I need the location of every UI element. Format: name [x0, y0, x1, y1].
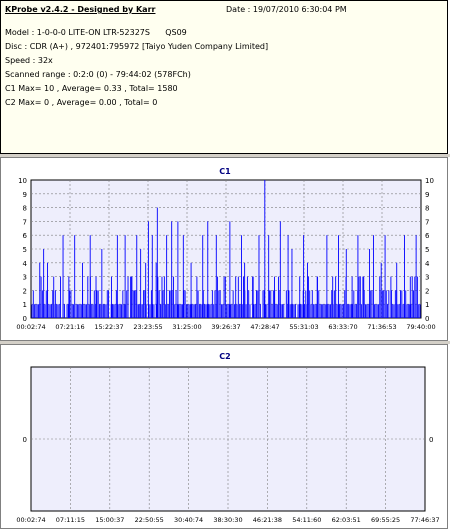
- info-panel: KProbe v2.4.2 - Designed by Karr Date : …: [0, 0, 448, 154]
- c2-statistics: C2 Max= 0 , Average= 0.00 , Total= 0: [5, 98, 158, 107]
- c2-x-tick-label: 07:11:15: [56, 516, 85, 524]
- c1-y-tick-label-right: 9: [425, 191, 429, 199]
- c2-x-tick-label: 00:02:74: [16, 516, 45, 524]
- c2-x-tick-label: 46:21:38: [253, 516, 282, 524]
- c2-x-tick-label: 30:40:74: [174, 516, 203, 524]
- c1-y-tick-label: 7: [23, 218, 27, 226]
- scan-date: Date : 19/07/2010 6:30:04 PM: [226, 5, 347, 14]
- drive-model: Model : 1-0-0-0 LITE-ON LTR-52327S QS09: [5, 28, 187, 37]
- c1-x-tick-label: 15:22:37: [94, 323, 123, 331]
- c2-x-tick-label: 15:00:37: [95, 516, 124, 524]
- c2-x-tick-label: 54:11:60: [292, 516, 321, 524]
- c1-y-tick-label-right: 0: [425, 315, 429, 323]
- c2-chart-panel: C2 0 0 00:02:74 07:11:15 15:00:37 22:50:55 30:…: [0, 344, 448, 529]
- c1-x-tick-label: 47:28:47: [250, 323, 279, 331]
- c1-y-tick-label-right: 1: [425, 301, 429, 309]
- c1-y-tick-label: 3: [23, 274, 27, 282]
- c1-x-tick-label: 31:25:00: [172, 323, 201, 331]
- c1-chart-panel: C1 0 0 1 1 2 2 3 3 4 4 5 5 6 6 7 7 8 8 9 9 10 10 00:02:74 07:21…: [0, 157, 448, 341]
- c1-y-tick-label-right: 8: [425, 205, 429, 213]
- c2-chart: 0 0 00:02:74 07:11:15 15:00:37 22:50:55 30:40:…: [16, 366, 440, 524]
- c1-y-tick-label-right: 7: [425, 218, 429, 226]
- c1-y-tick-label: 2: [23, 287, 27, 295]
- c1-y-tick-label: 6: [23, 232, 28, 240]
- c1-x-tick-label: 23:23:55: [133, 323, 162, 331]
- c1-y-tick-label-right: 5: [425, 246, 429, 254]
- scanned-range: Scanned range : 0:2:0 (0) - 79:44:02 (57…: [5, 70, 191, 79]
- c2-x-tick-label: 62:03:51: [332, 516, 361, 524]
- app-title: KProbe v2.4.2 - Designed by Karr: [5, 5, 156, 14]
- c1-x-tick-label: 07:21:16: [55, 323, 84, 331]
- c1-x-tick-label: 79:40:00: [406, 323, 435, 331]
- c2-x-tick-label: 22:50:55: [135, 516, 164, 524]
- c1-y-tick-label: 9: [23, 191, 27, 199]
- c1-x-tick-label: 00:02:74: [16, 323, 45, 331]
- c2-y-tick-label: 0: [23, 436, 27, 444]
- disc-info: Disc : CDR (A+) , 972401:795972 [Taiyo Y…: [5, 42, 269, 51]
- c1-y-tick-label-right: 3: [425, 274, 429, 282]
- c1-y-tick-label-right: 6: [425, 232, 430, 240]
- c2-x-tick-label: 38:30:30: [213, 516, 242, 524]
- c1-y-tick-label: 5: [23, 246, 27, 254]
- c2-x-tick-label: 69:55:25: [371, 516, 400, 524]
- c2-x-tick-label: 77:46:37: [410, 516, 439, 524]
- c1-y-tick-label: 1: [23, 301, 27, 309]
- c1-x-tick-label: 39:26:37: [211, 323, 240, 331]
- c1-y-tick-label: 0: [23, 315, 27, 323]
- c1-x-tick-label: 71:36:53: [367, 323, 396, 331]
- c1-y-tick-label: 8: [23, 205, 27, 213]
- c1-y-tick-label-right: 4: [425, 260, 430, 268]
- c2-y-tick-label-right: 0: [429, 436, 433, 444]
- c1-y-tick-label-right: 10: [425, 177, 434, 185]
- c1-y-tick-label-right: 2: [425, 287, 429, 295]
- c1-x-tick-label: 63:33:70: [328, 323, 357, 331]
- c1-y-tick-label: 4: [23, 260, 28, 268]
- c1-statistics: C1 Max= 10 , Average= 0.33 , Total= 1580: [5, 84, 178, 93]
- scan-speed: Speed : 32x: [5, 56, 53, 65]
- c1-x-tick-label: 55:31:03: [289, 323, 318, 331]
- c1-y-tick-label: 10: [18, 177, 27, 185]
- c1-chart: 0 0 1 1 2 2 3 3 4 4 5 5 6 6 7 7 8 8 9 9 10 10 00:02:74 07:21:16…: [16, 177, 435, 331]
